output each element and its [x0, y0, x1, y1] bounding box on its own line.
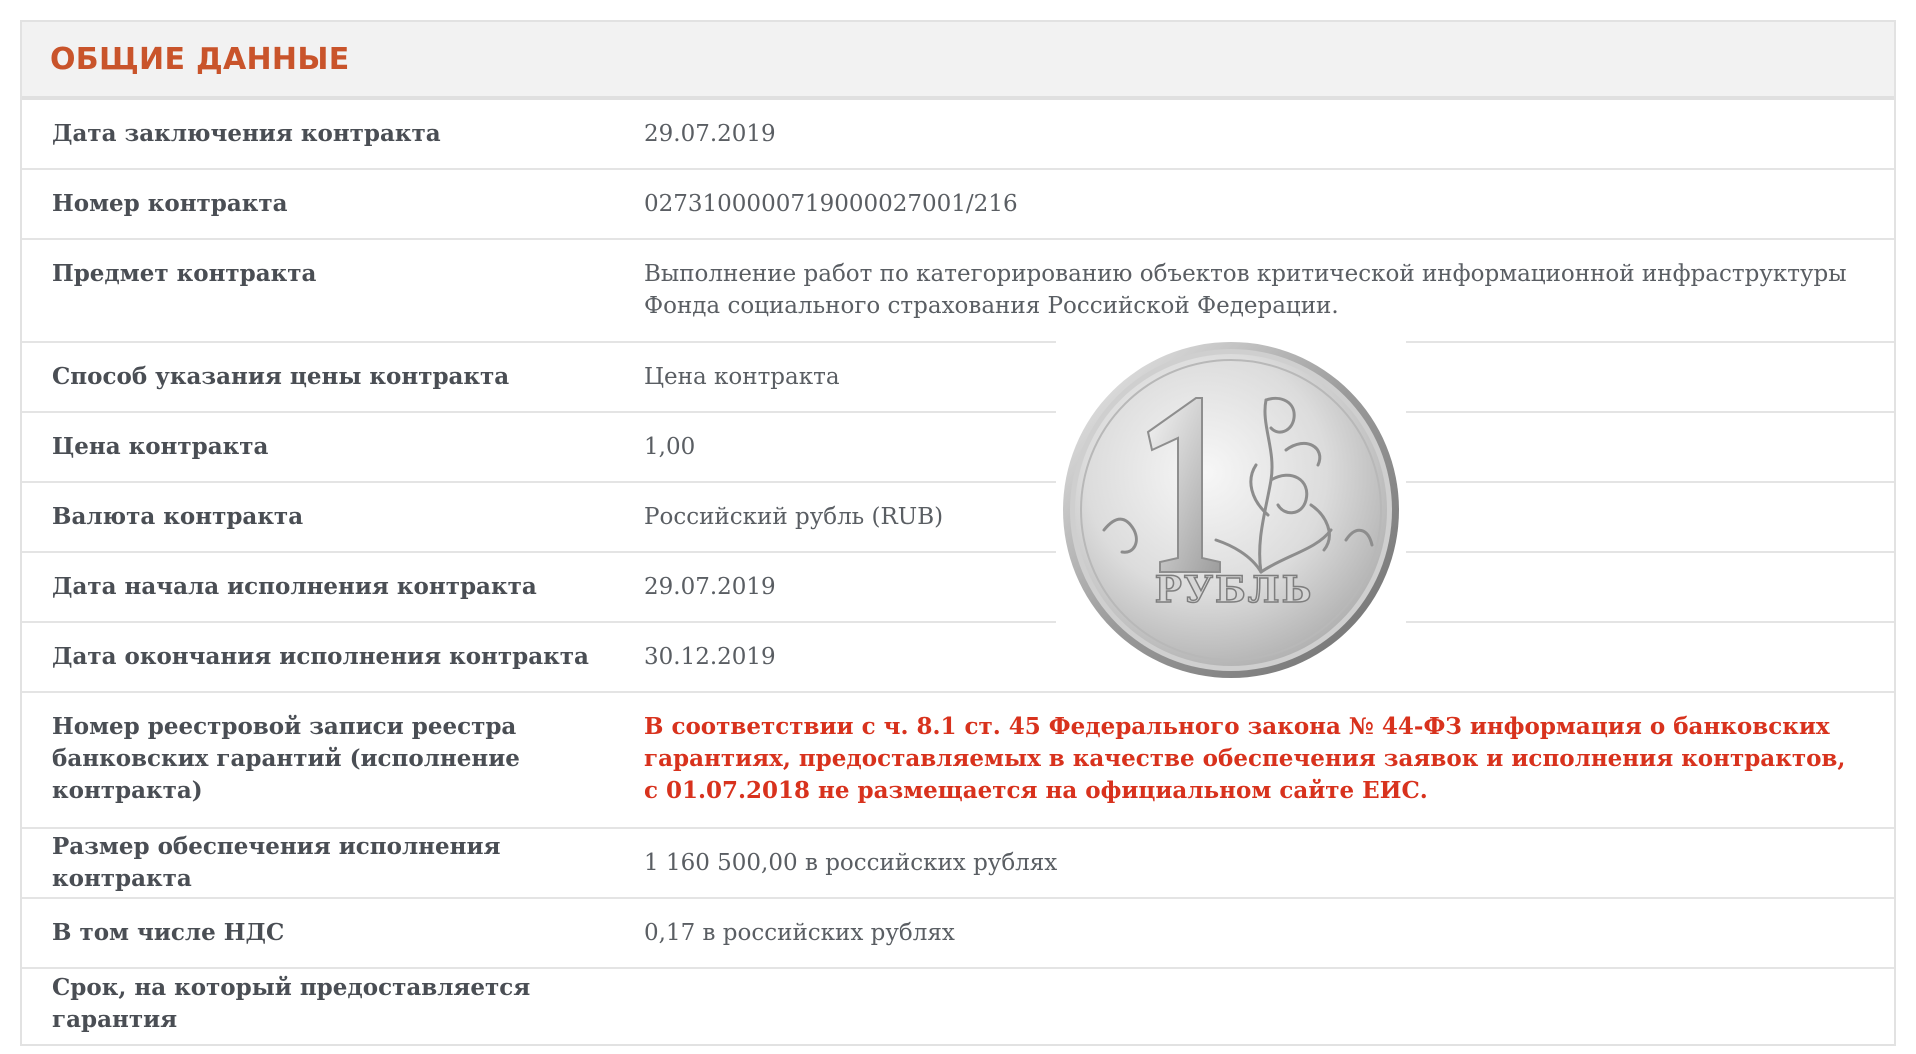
row-value: 0273100000719000027001/216: [644, 191, 1018, 217]
row-label: Срок, на который предоставляется гаранти…: [52, 974, 531, 1033]
row-label: Цена контракта: [52, 433, 269, 460]
ruble-coin-image: РУБЛЬ: [1056, 340, 1406, 680]
row-label: Способ указания цены контракта: [52, 363, 510, 390]
row-label: Дата начала исполнения контракта: [52, 573, 537, 600]
table-row: Дата заключения контракта 29.07.2019: [22, 100, 1894, 170]
panel-title: ОБЩИЕ ДАННЫЕ: [50, 41, 350, 77]
bank-guarantee-notice: В соответствии с ч. 8.1 ст. 45 Федеральн…: [644, 713, 1846, 804]
row-value: 29.07.2019: [644, 121, 776, 147]
table-row: Номер реестровой записи реестра банковск…: [22, 693, 1894, 829]
row-label: В том числе НДС: [52, 919, 285, 946]
row-label: Номер контракта: [52, 190, 288, 217]
row-label: Предмет контракта: [52, 260, 317, 287]
row-label: Валюта контракта: [52, 503, 304, 530]
coin-caption: РУБЛЬ: [1155, 569, 1314, 611]
row-label: Дата окончания исполнения контракта: [52, 643, 589, 670]
general-data-panel: ОБЩИЕ ДАННЫЕ Дата заключения контракта 2…: [20, 20, 1896, 1046]
panel-header: ОБЩИЕ ДАННЫЕ: [22, 22, 1894, 100]
table-row: Дата окончания исполнения контракта 30.1…: [22, 623, 1894, 693]
table-row: Валюта контракта Российский рубль (RUB): [22, 483, 1894, 553]
row-value: Выполнение работ по категорированию объе…: [644, 261, 1847, 319]
row-label: Дата заключения контракта: [52, 120, 441, 147]
row-value: 0,17 в российских рублях: [644, 920, 955, 946]
table-row: Предмет контракта Выполнение работ по ка…: [22, 240, 1894, 343]
table-row: Срок, на который предоставляется гаранти…: [22, 969, 1894, 1039]
table-row: В том числе НДС 0,17 в российских рублях: [22, 899, 1894, 969]
table-row: Дата начала исполнения контракта 29.07.2…: [22, 553, 1894, 623]
row-value: 1 160 500,00 в российских рублях: [644, 850, 1058, 876]
table-row: Номер контракта 0273100000719000027001/2…: [22, 170, 1894, 240]
ruble-coin-icon: РУБЛЬ: [1063, 342, 1399, 678]
table-row: Размер обеспечения исполнения контракта …: [22, 829, 1894, 899]
row-label: Размер обеспечения исполнения контракта: [52, 833, 501, 892]
table-row: Способ указания цены контракта Цена конт…: [22, 343, 1894, 413]
row-label: Номер реестровой записи реестра банковск…: [52, 713, 520, 804]
table-row: Цена контракта 1,00: [22, 413, 1894, 483]
